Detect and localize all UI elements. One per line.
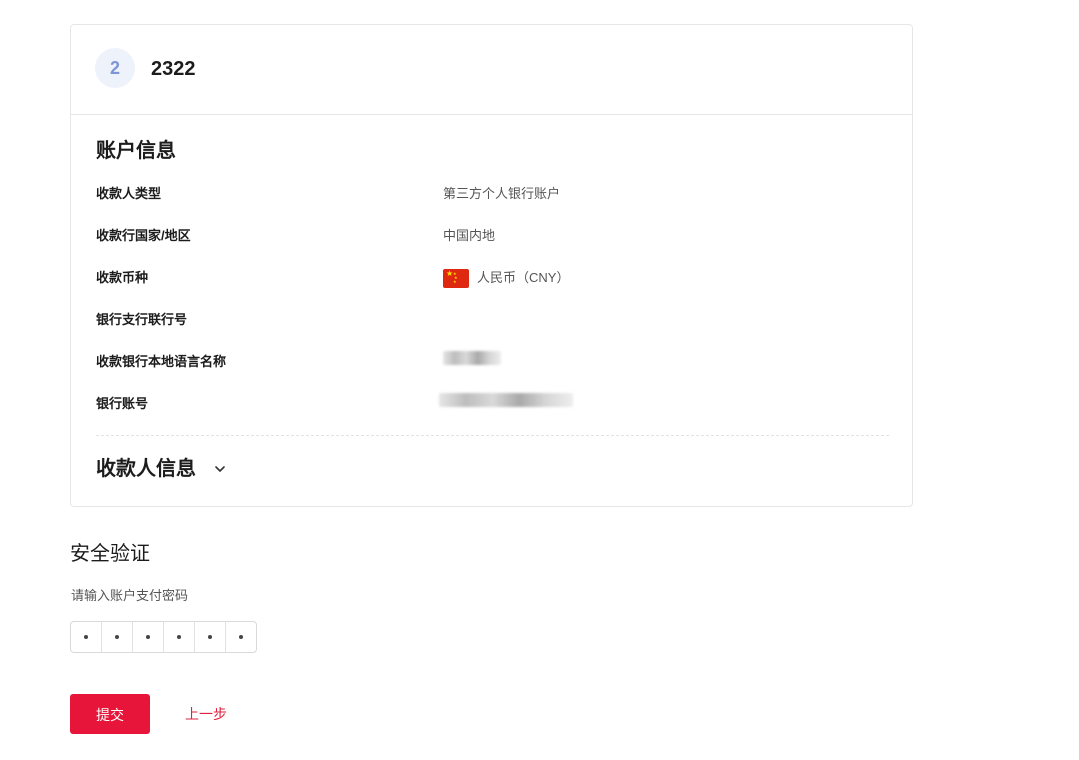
password-dot xyxy=(146,635,150,639)
password-digit[interactable] xyxy=(102,622,133,652)
submit-button[interactable]: 提交 xyxy=(70,694,150,734)
row-label: 收款行国家/地区 xyxy=(96,228,191,243)
card-header: 2 2322 xyxy=(71,25,912,115)
password-digit[interactable] xyxy=(133,622,164,652)
account-row-payee-type: 收款人类型 第三方个人银行账户 xyxy=(96,183,896,205)
redacted-bank-name xyxy=(443,351,501,365)
back-link[interactable]: 上一步 xyxy=(185,704,227,724)
section-divider xyxy=(96,435,889,436)
currency-text: 人民币（CNY） xyxy=(477,270,570,285)
account-row-bank-local-name: 收款银行本地语言名称 xyxy=(96,351,896,373)
password-dot xyxy=(84,635,88,639)
account-info-title: 账户信息 xyxy=(96,140,176,162)
payee-info-title: 收款人信息 xyxy=(96,458,196,480)
redacted-account-number xyxy=(439,393,573,407)
security-title: 安全验证 xyxy=(70,543,150,565)
password-digit[interactable] xyxy=(226,622,256,652)
row-label: 收款人类型 xyxy=(96,186,162,201)
transfer-details-card: 2 2322 账户信息 收款人类型 第三方个人银行账户 收款行国家/地区 中国内… xyxy=(70,24,913,507)
password-dot xyxy=(239,635,243,639)
password-digit[interactable] xyxy=(195,622,226,652)
password-digit[interactable] xyxy=(164,622,195,652)
step-number-badge: 2 xyxy=(95,48,135,88)
row-label: 收款币种 xyxy=(96,270,149,285)
row-label: 收款银行本地语言名称 xyxy=(96,354,227,369)
row-value-redacted xyxy=(439,393,573,407)
password-dot xyxy=(115,635,119,639)
account-row-currency: 收款币种 ★ ★ ★ ★ 人民币（CNY） xyxy=(96,267,896,289)
account-row-account-number: 银行账号 xyxy=(96,393,896,415)
account-row-bank-country: 收款行国家/地区 中国内地 xyxy=(96,225,896,247)
password-label: 请输入账户支付密码 xyxy=(71,588,189,603)
row-value-redacted xyxy=(443,351,501,365)
account-row-branch-code: 银行支行联行号 xyxy=(96,309,896,331)
row-value: 第三方个人银行账户 xyxy=(443,186,561,201)
password-dot xyxy=(208,635,212,639)
china-flag-icon: ★ ★ ★ ★ xyxy=(443,268,469,288)
password-dot xyxy=(177,635,181,639)
row-value: 中国内地 xyxy=(443,228,496,243)
payee-info-toggle[interactable]: 收款人信息 xyxy=(96,455,226,483)
row-label: 银行账号 xyxy=(96,396,149,411)
chevron-down-icon xyxy=(215,466,225,472)
payment-password-input[interactable] xyxy=(70,621,257,653)
password-digit[interactable] xyxy=(71,622,102,652)
row-value-currency: ★ ★ ★ ★ 人民币（CNY） xyxy=(443,267,569,289)
row-label: 银行支行联行号 xyxy=(96,312,188,327)
card-title: 2322 xyxy=(151,58,196,80)
